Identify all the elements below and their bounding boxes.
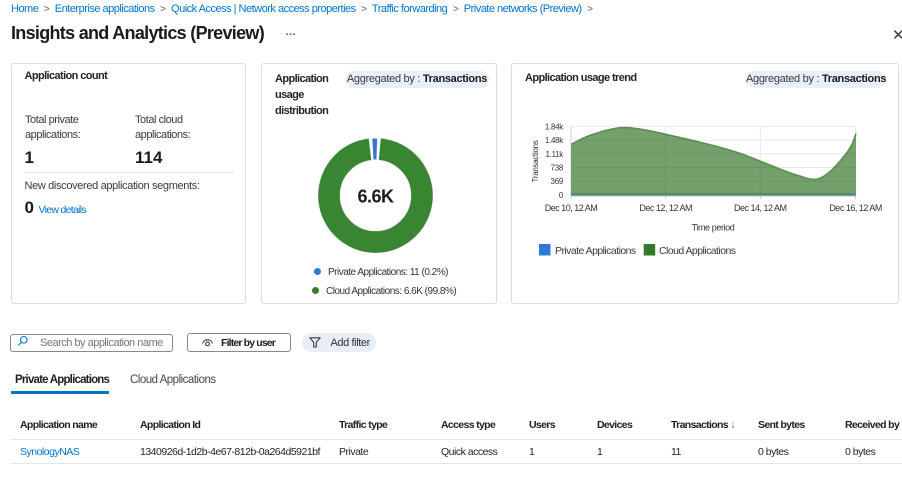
svg-text:Transactions: Transactions bbox=[531, 140, 540, 182]
svg-text:1.84k: 1.84k bbox=[545, 122, 564, 131]
svg-text:Cloud Applications: Cloud Applications bbox=[659, 245, 736, 257]
svg-text:Dec 10, 12 AM: Dec 10, 12 AM bbox=[545, 203, 598, 213]
svg-text:1.48k: 1.48k bbox=[545, 136, 564, 145]
svg-text:Dec 16, 12 AM: Dec 16, 12 AM bbox=[829, 203, 882, 213]
svg-text:738: 738 bbox=[551, 164, 564, 173]
svg-text:6.6K: 6.6K bbox=[357, 187, 394, 207]
svg-text:Dec 12, 12 AM: Dec 12, 12 AM bbox=[639, 203, 692, 213]
svg-text:369: 369 bbox=[551, 177, 564, 186]
svg-text:1.11k: 1.11k bbox=[546, 150, 565, 159]
svg-text:Dec 14, 12 AM: Dec 14, 12 AM bbox=[734, 203, 787, 213]
svg-text:Private Applications: Private Applications bbox=[555, 245, 636, 257]
svg-text:0: 0 bbox=[559, 191, 564, 200]
svg-text:Time period: Time period bbox=[692, 223, 735, 233]
